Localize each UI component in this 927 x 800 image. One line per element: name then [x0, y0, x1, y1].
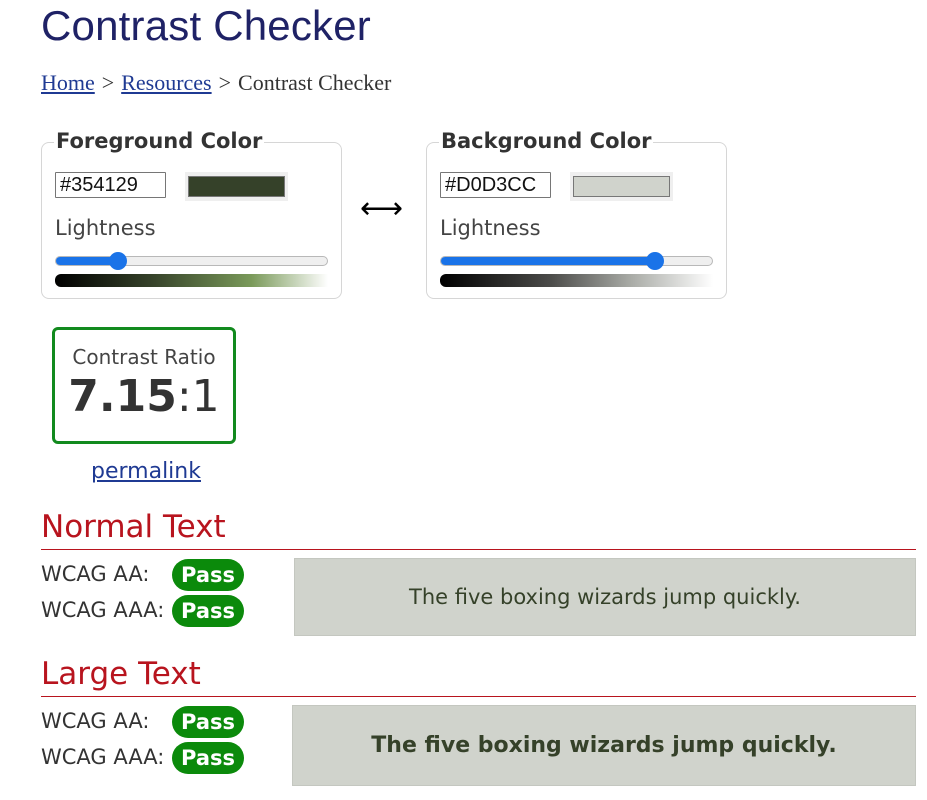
- breadcrumb-current: Contrast Checker: [238, 70, 392, 95]
- background-slider-thumb[interactable]: [646, 252, 665, 270]
- foreground-lightness-label: Lightness: [55, 216, 156, 240]
- background-color-legend: Background Color: [439, 129, 654, 153]
- background-lightness-gradient: [440, 274, 713, 287]
- normal-text-divider: [41, 549, 916, 550]
- foreground-color-panel: Foreground Color Lightness: [41, 129, 342, 299]
- foreground-color-legend: Foreground Color: [54, 129, 265, 153]
- background-lightness-slider[interactable]: [440, 252, 713, 270]
- background-color-picker[interactable]: [570, 172, 673, 201]
- breadcrumb-home-link[interactable]: Home: [41, 70, 95, 95]
- normal-text-sample: The five boxing wizards jump quickly.: [294, 558, 916, 636]
- large-wcag-aa-label: WCAG AA:: [41, 709, 150, 733]
- page-title: Contrast Checker: [41, 2, 371, 49]
- normal-wcag-aaa-badge: Pass: [172, 595, 244, 627]
- contrast-ratio-box: Contrast Ratio 7.15:1: [52, 327, 236, 444]
- background-hex-input[interactable]: [440, 172, 551, 198]
- breadcrumb-separator: >: [101, 70, 115, 95]
- large-text-divider: [41, 696, 916, 697]
- contrast-ratio-suffix: :1: [176, 371, 220, 422]
- normal-wcag-aa-label: WCAG AA:: [41, 562, 150, 586]
- breadcrumb-resources-link[interactable]: Resources: [121, 70, 211, 95]
- large-wcag-aaa-label: WCAG AAA:: [41, 745, 165, 769]
- breadcrumb: Home > Resources > Contrast Checker: [41, 70, 391, 96]
- large-wcag-aa-badge: Pass: [172, 706, 244, 738]
- contrast-ratio-number: 7.15: [68, 371, 177, 422]
- background-slider-fill: [441, 257, 656, 265]
- permalink-link[interactable]: permalink: [91, 459, 201, 484]
- normal-text-heading: Normal Text: [41, 509, 226, 545]
- foreground-lightness-slider[interactable]: [55, 252, 328, 270]
- contrast-ratio-value: 7.15:1: [55, 371, 233, 422]
- foreground-color-picker[interactable]: [185, 172, 288, 201]
- normal-wcag-aaa-label: WCAG AAA:: [41, 598, 165, 622]
- breadcrumb-separator: >: [218, 70, 232, 95]
- contrast-ratio-label: Contrast Ratio: [72, 345, 216, 369]
- foreground-lightness-gradient: [55, 274, 328, 287]
- large-text-heading: Large Text: [41, 656, 201, 692]
- large-text-sample: The five boxing wizards jump quickly.: [292, 705, 916, 786]
- background-lightness-label: Lightness: [440, 216, 541, 240]
- background-swatch: [573, 176, 670, 197]
- foreground-hex-input[interactable]: [55, 172, 166, 198]
- large-wcag-aaa-badge: Pass: [172, 742, 244, 774]
- foreground-swatch: [188, 176, 285, 197]
- foreground-slider-thumb[interactable]: [109, 252, 128, 270]
- background-color-panel: Background Color Lightness: [426, 129, 727, 299]
- left-right-arrow-icon[interactable]: ⟷: [360, 194, 403, 224]
- normal-wcag-aa-badge: Pass: [172, 559, 244, 591]
